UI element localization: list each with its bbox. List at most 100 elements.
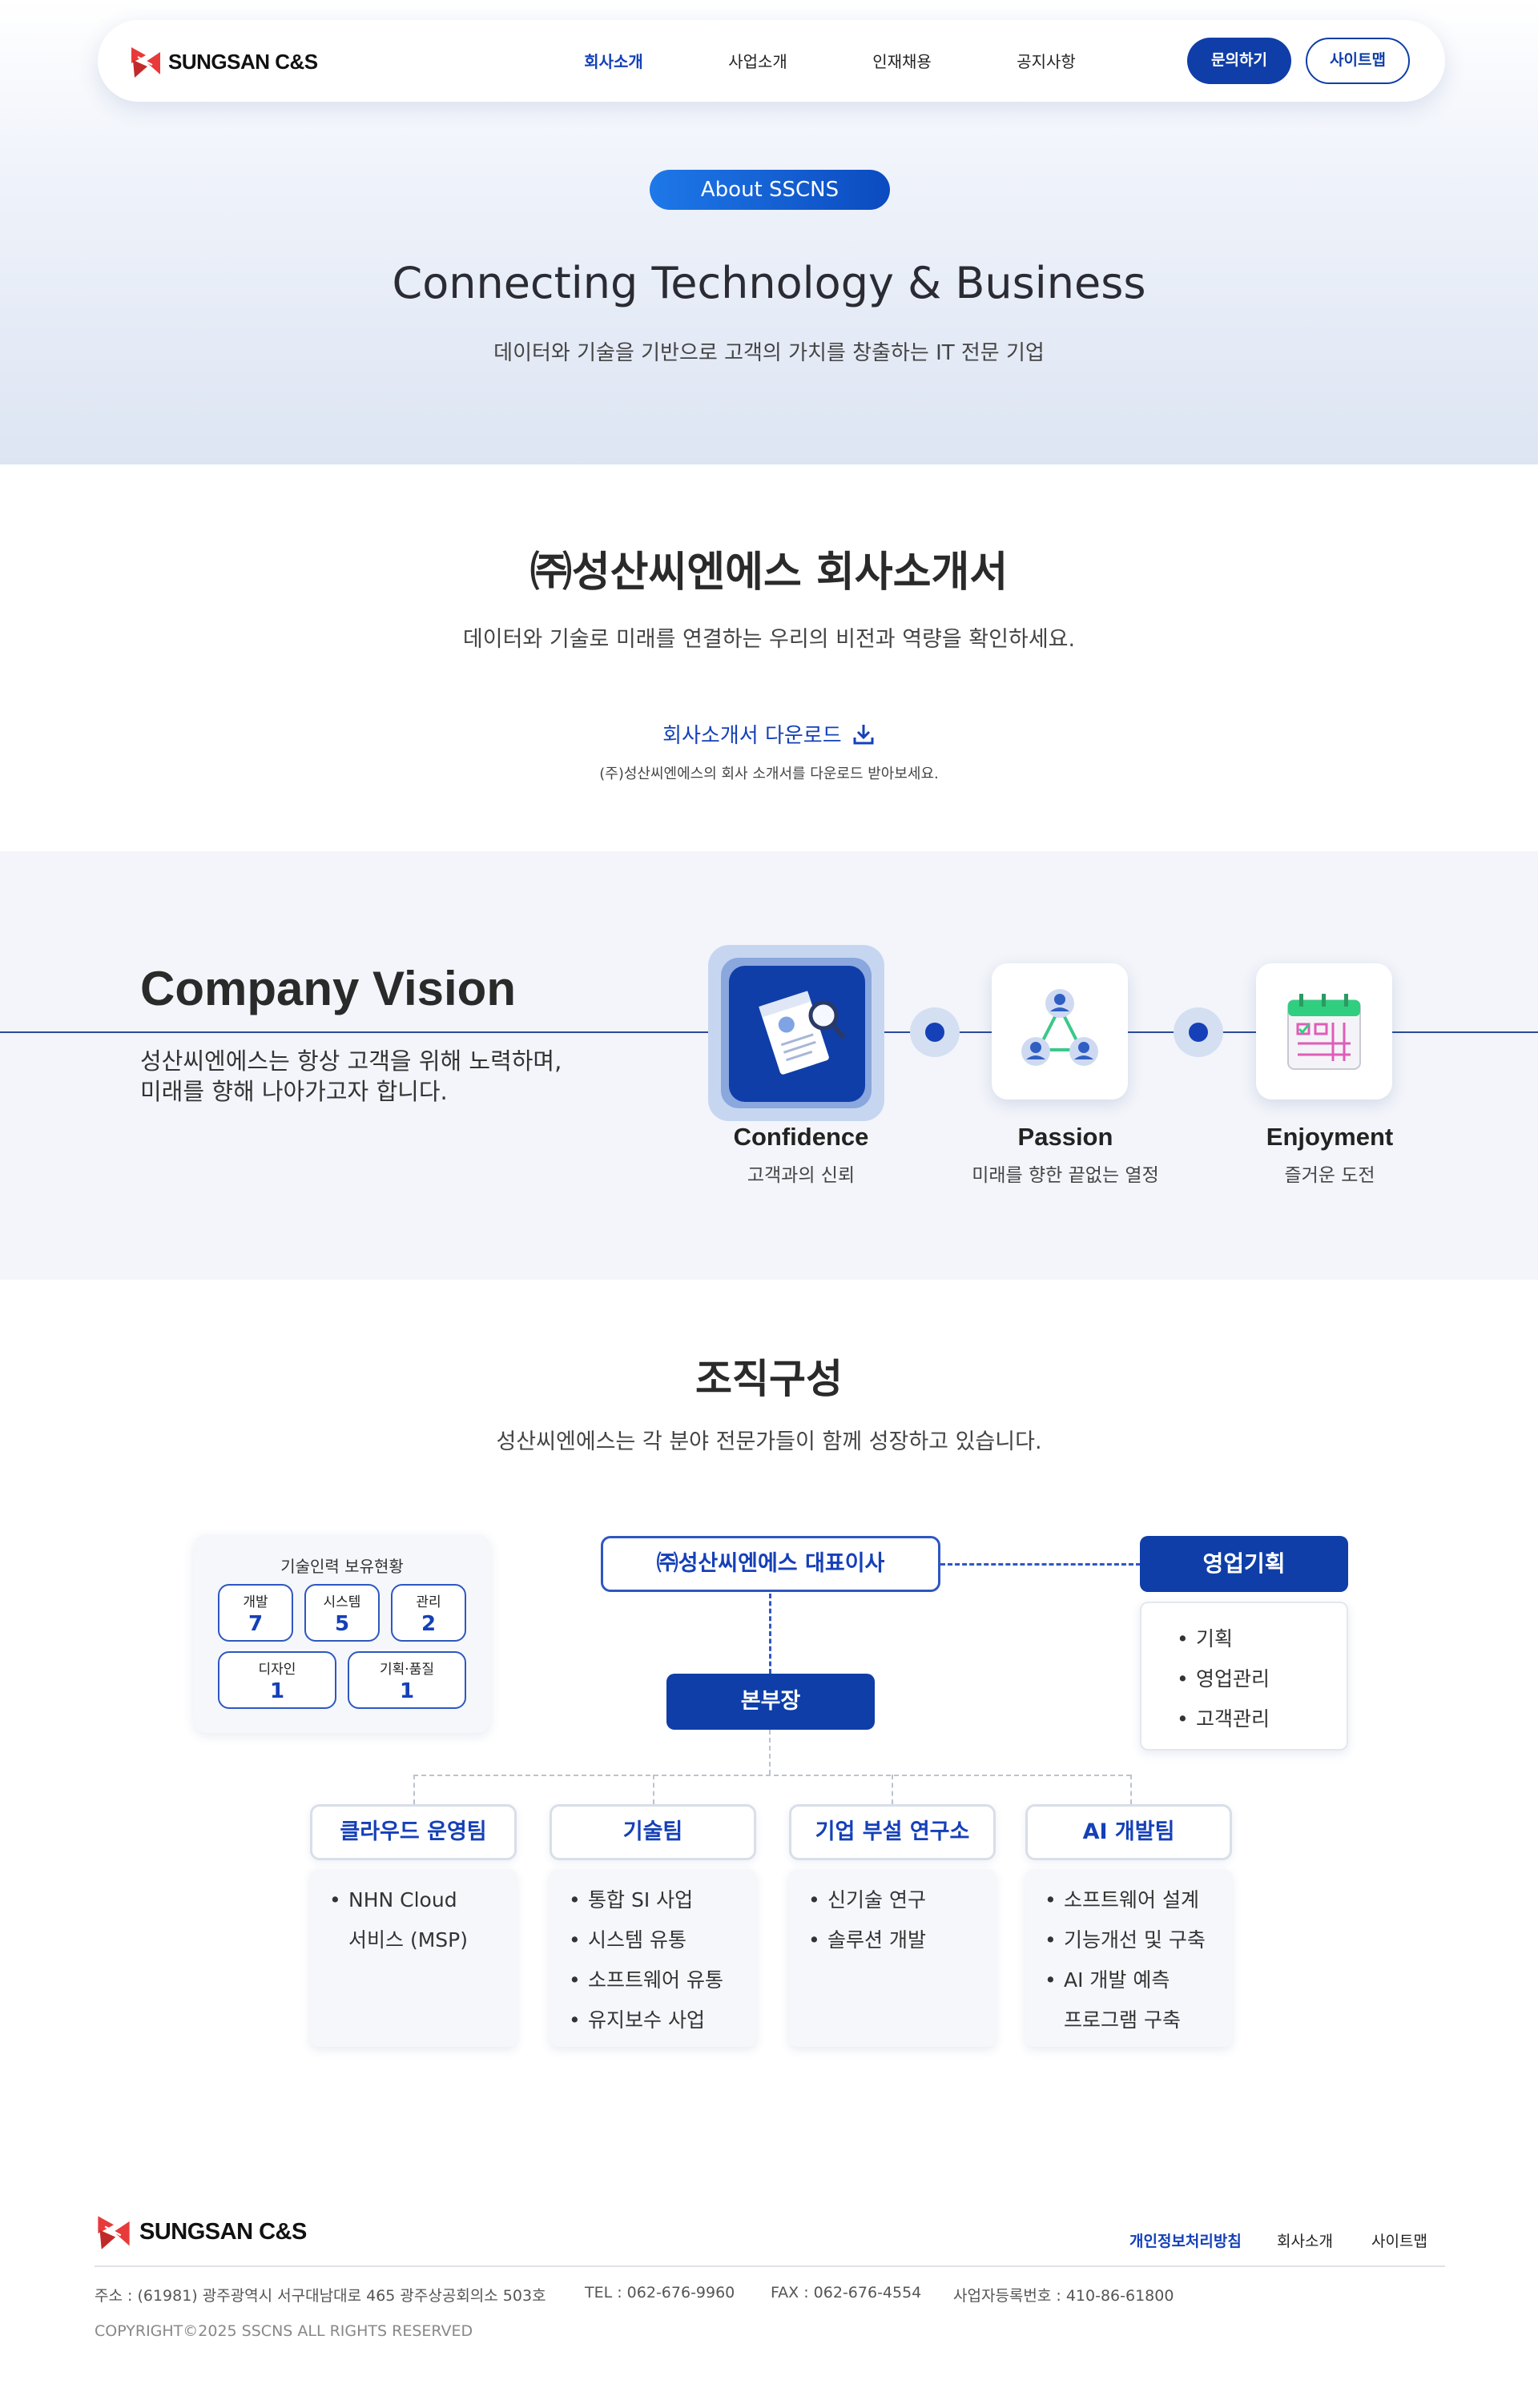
footer-brand-name: SUNGSAN C&S (139, 2218, 307, 2245)
vision-dot (925, 1023, 944, 1042)
inquiry-button[interactable]: 문의하기 (1187, 38, 1291, 84)
brochure-download-link[interactable]: 회사소개서 다운로드 (657, 719, 881, 749)
footer-fax: FAX : 062-676-4554 (771, 2284, 922, 2301)
download-note: (주)성산씨엔에스의 회사 소개서를 다운로드 받아보세요. (599, 766, 939, 782)
list-item: 통합 SI 사업 (569, 1880, 756, 1920)
skill-label: 개발 (243, 1594, 268, 1610)
team-tech: 기술팀 (550, 1804, 756, 1860)
list-item: 시스템 유통 (569, 1920, 756, 1960)
skill-label: 디자인 (258, 1662, 296, 1678)
vision-card-passion (992, 963, 1128, 1099)
intro-title: ㈜성산씨엔에스 회사소개서 (529, 549, 1009, 597)
skill-system: 시스템 5 (304, 1584, 380, 1642)
network-people-icon (1021, 989, 1098, 1066)
footer-link-sitemap[interactable]: 사이트맵 (1371, 2229, 1427, 2251)
vision-desc-line2: 미래를 향해 나아가고자 합니다. (140, 1078, 448, 1105)
calendar-icon (1287, 994, 1361, 1070)
vision-sub-enjoyment: 즐거운 도전 (1284, 1165, 1375, 1186)
vision-dot (1189, 1023, 1208, 1042)
team-cloud-duties: NHN Cloud 서비스 (MSP) (310, 1869, 517, 2047)
nav-item-recruit[interactable]: 인재채용 (846, 49, 958, 72)
vision-label-confidence: Confidence (733, 1123, 869, 1151)
list-item: 솔루션 개발 (808, 1920, 996, 1960)
vision-sub-confidence: 고객과의 신뢰 (747, 1165, 856, 1186)
vision-sub-passion: 미래를 향한 끝없는 열정 (972, 1165, 1159, 1186)
skill-count: 5 (334, 1612, 350, 1636)
vision-desc-line1: 성산씨엔에스는 항상 고객을 위해 노력하며, (140, 1047, 562, 1075)
footer-bizno: 사업자등록번호 : 410-86-61800 (953, 2287, 1174, 2305)
skill-label: 시스템 (323, 1594, 361, 1610)
skill-status-title: 기술인력 보유현황 (280, 1557, 404, 1576)
hero-title: Connecting Technology & Business (392, 258, 1146, 308)
skill-label: 관리 (416, 1594, 441, 1610)
sitemap-button[interactable]: 사이트맵 (1306, 38, 1410, 84)
org-sales-box: 영업기획 (1140, 1536, 1348, 1592)
nav-item-company[interactable]: 회사소개 (558, 49, 670, 72)
list-item: 서비스 (MSP) (348, 1928, 468, 1952)
skill-count: 2 (421, 1612, 437, 1636)
branch-drop (1130, 1775, 1132, 1804)
skill-count: 1 (399, 1679, 415, 1703)
team-ai: AI 개발팀 (1025, 1804, 1232, 1860)
nav-item-business[interactable]: 사업소개 (702, 49, 814, 72)
vision-card-enjoyment (1256, 963, 1392, 1099)
team-tech-duties: 통합 SI 사업 시스템 유통 소프트웨어 유통 유지보수 사업 (550, 1869, 756, 2047)
footer-address: 주소 : (61981) 광주광역시 서구대남대로 465 광주상공회의소 50… (95, 2287, 546, 2305)
intro-subtitle: 데이터와 기술로 미래를 연결하는 우리의 비전과 역량을 확인하세요. (462, 627, 1076, 652)
skill-label: 기획·품질 (380, 1662, 434, 1678)
org-subtitle: 성산씨엔에스는 각 분야 전문가들이 함께 성장하고 있습니다. (496, 1429, 1042, 1454)
team-research-duties: 신기술 연구 솔루션 개발 (789, 1869, 996, 2047)
sales-duties-list: 기획 영업관리 고객관리 (1140, 1602, 1348, 1751)
org-ceo-box: ㈜성산씨엔에스 대표이사 (601, 1536, 940, 1592)
skill-planning-qa: 기획·품질 1 (348, 1651, 466, 1709)
nav-item-notice[interactable]: 공지사항 (990, 49, 1102, 72)
list-item: NHN Cloud (329, 1880, 517, 1920)
skill-count: 1 (269, 1679, 285, 1703)
footer-link-company[interactable]: 회사소개 (1277, 2229, 1333, 2251)
branch-drop (892, 1775, 893, 1804)
vision-label-enjoyment: Enjoyment (1266, 1123, 1394, 1151)
footer-logo[interactable]: SUNGSAN C&S (95, 2210, 307, 2253)
download-label: 회사소개서 다운로드 (662, 724, 842, 748)
list-item: 영업관리 (1177, 1659, 1347, 1699)
list-item: 소프트웨어 유통 (569, 1960, 756, 2000)
top-navbar: SUNGSAN C&S 회사소개 사업소개 인재채용 공지사항 문의하기 사이트… (98, 20, 1445, 102)
list-item: 고객관리 (1177, 1699, 1347, 1739)
list-item: 유지보수 사업 (569, 2000, 756, 2040)
skill-mgmt: 관리 2 (391, 1584, 466, 1642)
team-ai-duties: 소프트웨어 설계 기능개선 및 구축 AI 개발 예측 프로그램 구축 (1025, 1869, 1232, 2047)
hero-subtitle: 데이터와 기술을 기반으로 고객의 가치를 창출하는 IT 전문 기업 (493, 341, 1045, 365)
hq-branch-trunk (769, 1730, 771, 1775)
certificate-icon (759, 991, 845, 1075)
ceo-hq-connector (769, 1594, 771, 1674)
brand-logo[interactable]: SUNGSAN C&S (128, 42, 318, 81)
logo-icon (131, 47, 160, 78)
skill-design: 디자인 1 (218, 1651, 336, 1709)
org-hq-box: 본부장 (666, 1674, 875, 1730)
ceo-sales-connector (940, 1563, 1141, 1566)
branch-drop (653, 1775, 654, 1804)
footer-tel: TEL : 062-676-9960 (585, 2284, 735, 2301)
vision-connector-1 (910, 1007, 960, 1057)
skill-dev: 개발 7 (218, 1584, 293, 1642)
list-item: AI 개발 예측 (1045, 1960, 1232, 2000)
footer-copyright: COPYRIGHT©2025 SSCNS ALL RIGHTS RESERVED (95, 2322, 473, 2340)
skill-count: 7 (248, 1612, 264, 1636)
vision-label-passion: Passion (1017, 1123, 1113, 1151)
vision-title: Company Vision (140, 962, 516, 1015)
download-icon (853, 725, 874, 745)
branch-drop (413, 1775, 415, 1804)
team-cloud: 클라우드 운영팀 (310, 1804, 517, 1860)
hq-branch-bar (413, 1775, 1131, 1776)
list-item: 프로그램 구축 (1064, 2008, 1181, 2032)
vision-connector-2 (1174, 1007, 1223, 1057)
vision-description: 성산씨엔에스는 항상 고객을 위해 노력하며, 미래를 향해 나아가고자 합니다… (140, 1046, 562, 1107)
brand-name: SUNGSAN C&S (168, 49, 318, 74)
list-item: 소프트웨어 설계 (1045, 1880, 1232, 1920)
org-title: 조직구성 (695, 1356, 843, 1402)
footer-divider (95, 2265, 1445, 2267)
list-item: 기능개선 및 구축 (1045, 1920, 1232, 1960)
footer-link-privacy[interactable]: 개인정보처리방침 (1129, 2229, 1242, 2251)
team-research-lab: 기업 부설 연구소 (789, 1804, 996, 1860)
vision-card-confidence (729, 966, 865, 1102)
